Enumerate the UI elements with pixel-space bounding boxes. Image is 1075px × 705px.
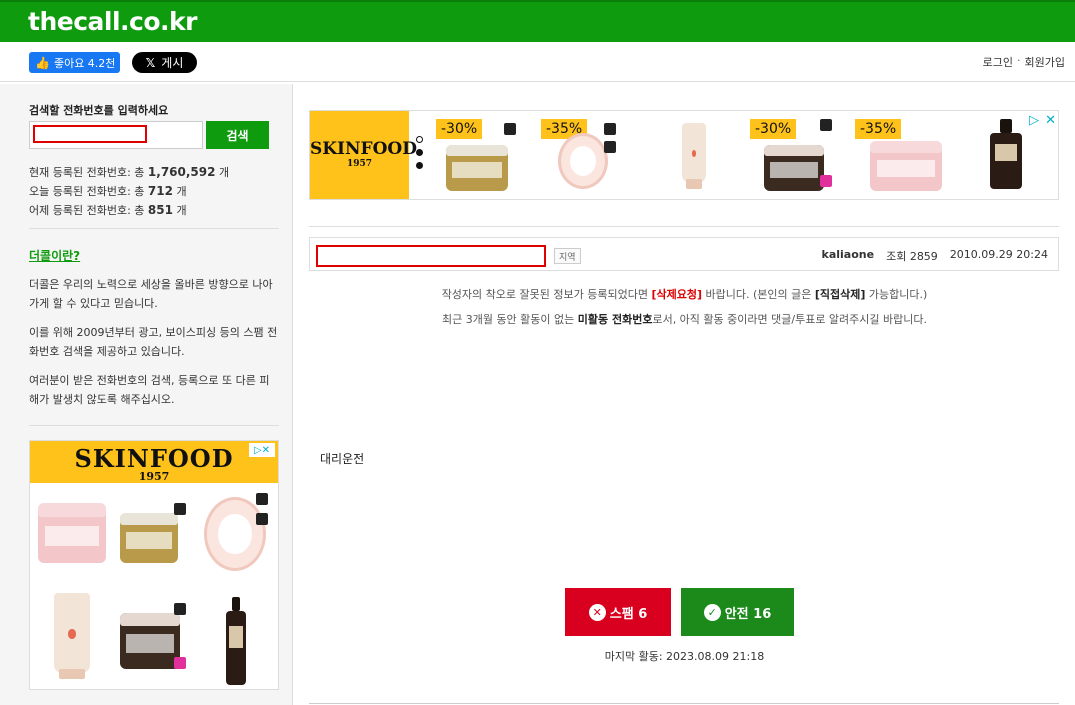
adchoices-icon[interactable]: ▷✕ [249, 443, 275, 457]
login-link[interactable]: 로그인 [983, 54, 1013, 70]
sidebar-ad[interactable]: SKINFOOD 1957 ▷✕ [29, 440, 279, 690]
last-active: 마지막 활동: 2023.08.09 21:18 [604, 650, 765, 663]
stat-current: 현재 등록된 전화번호: 총 1,760,592 개 [29, 165, 230, 179]
spam-vote-label: 스팸 6 [609, 606, 648, 622]
about-link[interactable]: 더콜이란? [29, 247, 80, 264]
check-circle-icon: ✓ [703, 603, 721, 621]
search-label: 검색할 전화번호를 입력하세요 [29, 104, 169, 117]
badge-icon [256, 513, 268, 525]
post-date: 2010.09.29 20:24 [949, 248, 1048, 261]
discount-badge: -30% [750, 119, 797, 139]
registration-stats: 현재 등록된 전화번호: 총 1,760,592 개 오늘 등록된 전화번호: … [29, 163, 229, 220]
spam-vote-button[interactable]: ✕ 스팸 6 [565, 588, 671, 636]
ad-year: 1957 [346, 159, 373, 169]
main-content: SKINFOOD 1957 -30% -35% -30% -35% ▷ ✕ 지역 … [294, 84, 1075, 705]
badge-icon [604, 141, 616, 153]
inactive-notice: 최근 3개월 동안 활동이 없는 미활동 전화번호로서, 아직 활동 중이라면 … [441, 313, 928, 326]
about-paragraph: 더콜은 우리의 노력으로 세상을 올바른 방향으로 나아가게 할 수 있다고 믿… [29, 278, 273, 310]
product-image[interactable] [764, 145, 824, 191]
stat-yesterday: 어제 등록된 전화번호: 총 851 개 [29, 203, 187, 217]
badge-icon [256, 493, 268, 505]
post-content: 대리운전 [320, 452, 365, 466]
product-image[interactable] [54, 593, 90, 679]
section-divider [309, 226, 1059, 227]
badge-icon [174, 603, 186, 615]
top-banner-ad[interactable]: SKINFOOD 1957 -30% -35% -30% -35% ▷ ✕ [309, 110, 1059, 200]
product-image[interactable] [204, 497, 266, 571]
phone-search-input[interactable] [29, 121, 203, 149]
ad-pager[interactable] [416, 136, 424, 175]
search-button[interactable]: 검색 [206, 121, 269, 149]
thumbs-up-icon: 👍 [35, 55, 50, 70]
product-image[interactable] [558, 133, 608, 189]
badge-icon [504, 123, 516, 135]
about-paragraph: 이를 위해 2009년부터 광고, 보이스피싱 등의 스팸 전화번호 검색을 제… [29, 326, 278, 358]
ad-logo-block: SKINFOOD 1957 [310, 111, 417, 199]
ad-brand: SKINFOOD [310, 139, 417, 159]
product-image[interactable] [990, 119, 1022, 189]
post-header: 지역 kaliaone 조회 2859 2010.09.29 20:24 [309, 237, 1059, 271]
x-circle-icon: ✕ [588, 603, 606, 621]
auth-separator: · [1017, 54, 1021, 67]
badge-icon [820, 119, 832, 131]
adchoices-icon[interactable]: ▷✕ [1029, 113, 1056, 128]
pager-dot[interactable] [416, 149, 423, 156]
pager-dot[interactable] [416, 162, 423, 169]
badge-icon [174, 657, 186, 669]
product-image[interactable] [682, 123, 706, 189]
product-image[interactable] [120, 513, 178, 563]
safe-vote-button[interactable]: ✓ 안전 16 [681, 588, 794, 636]
discount-badge: -30% [436, 119, 483, 139]
redaction-box [33, 125, 147, 143]
badge-icon [820, 175, 832, 187]
delete-notice: 작성자의 착오로 잘못된 정보가 등록되었다면 [삭제요청] 바랍니다. (본인… [441, 288, 928, 301]
site-logo[interactable]: thecall.co.kr [28, 7, 197, 36]
sidebar-divider [29, 425, 279, 426]
ad-brand: SKINFOOD [74, 444, 234, 473]
direct-delete-link[interactable]: [직접삭제] [815, 288, 866, 301]
inactive-label: 미활동 전화번호 [577, 313, 653, 326]
product-image[interactable] [446, 145, 508, 191]
about-paragraph: 여러분이 받은 전화번호의 검색, 등록으로 또 다른 피해가 발생치 않도록 … [29, 374, 270, 406]
x-logo-icon: 𝕏 [145, 55, 156, 70]
badge-icon [174, 503, 186, 515]
sidebar-divider [29, 228, 279, 229]
product-image[interactable] [870, 141, 942, 191]
top-header: thecall.co.kr [0, 0, 1075, 42]
product-image[interactable] [226, 597, 246, 685]
signup-link[interactable]: 회원가입 [1025, 54, 1065, 70]
product-image[interactable] [120, 613, 180, 669]
auth-links: 로그인 · 회원가입 [983, 54, 1065, 70]
post-title-redacted [316, 245, 546, 267]
post-author[interactable]: kaliaone [822, 248, 875, 264]
post-label: 게시 [161, 56, 184, 70]
x-post-button[interactable]: 𝕏 게시 [132, 52, 197, 73]
social-bar: 👍 좋아요 4.2천 𝕏 게시 로그인 · 회원가입 [0, 42, 1075, 82]
pager-dot[interactable] [416, 136, 423, 143]
delete-request-link[interactable]: [삭제요청] [651, 288, 702, 301]
safe-vote-label: 안전 16 [724, 606, 772, 622]
post-views: 조회 2859 [886, 250, 938, 263]
sidebar: 검색할 전화번호를 입력하세요 검색 현재 등록된 전화번호: 총 1,760,… [0, 84, 293, 705]
discount-badge: -35% [855, 119, 902, 139]
ad-year: 1957 [138, 470, 170, 483]
stat-today: 오늘 등록된 전화번호: 총 712 개 [29, 184, 187, 198]
section-divider [309, 703, 1059, 704]
product-image[interactable] [38, 503, 106, 563]
post-meta: kaliaone 조회 2859 2010.09.29 20:24 [822, 248, 1048, 264]
facebook-like-button[interactable]: 👍 좋아요 4.2천 [29, 52, 120, 73]
badge-icon [604, 123, 616, 135]
region-tag[interactable]: 지역 [554, 248, 581, 264]
like-label: 좋아요 4.2천 [53, 56, 116, 70]
ad-banner: SKINFOOD 1957 [30, 441, 278, 483]
